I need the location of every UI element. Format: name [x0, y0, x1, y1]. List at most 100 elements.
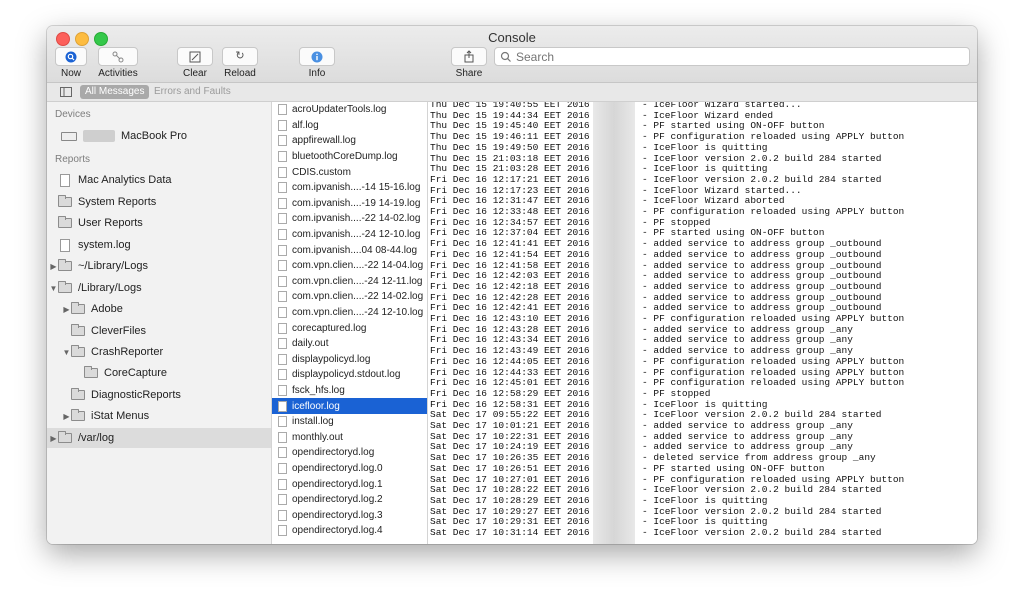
log-line: Thu Dec 15 19:49:50 EET 2016 - IceFloor i…	[430, 141, 767, 154]
sidebar-item[interactable]: CleverFiles	[47, 321, 271, 341]
file-name: acroUpdaterTools.log	[292, 104, 387, 116]
file-list-item[interactable]: install.log	[272, 414, 427, 430]
reload-button[interactable]: ↻	[222, 47, 258, 66]
file-list-item[interactable]: opendirectoryd.log	[272, 445, 427, 461]
sidebar-item[interactable]: ▼ CrashReporter	[47, 342, 271, 362]
log-message: - IceFloor is quitting	[642, 516, 768, 528]
log-message: - PF configuration reloaded using APPLY …	[642, 355, 905, 367]
file-list-item[interactable]: com.vpn.clien....-22 14-04.log	[272, 258, 427, 274]
log-message: - IceFloor Wizard aborted	[642, 195, 785, 207]
file-list-item[interactable]: com.ipvanish....-22 14-02.log	[272, 211, 427, 227]
sidebar-item[interactable]: ▶ ~/Library/Logs	[47, 256, 271, 276]
folder-icon	[71, 324, 85, 336]
file-list-item[interactable]: displaypolicyd.stdout.log	[272, 367, 427, 383]
file-list-item[interactable]: opendirectoryd.log.1	[272, 476, 427, 492]
reports-header: Reports	[55, 154, 91, 165]
file-name: fsck_hfs.log	[292, 385, 345, 397]
sidebar-item[interactable]: Mac Analytics Data	[47, 170, 271, 190]
hostname-redacted	[593, 102, 635, 544]
file-name: com.ipvanish....-19 14-19.log	[292, 197, 421, 209]
window-title: Console	[488, 30, 536, 45]
disclosure-open-icon[interactable]: ▼	[49, 284, 58, 293]
file-list-item[interactable]: monthly.out	[272, 430, 427, 446]
device-label: MacBook Pro	[121, 130, 188, 142]
file-list-item[interactable]: fsck_hfs.log	[272, 383, 427, 399]
file-list-item[interactable]: acroUpdaterTools.log	[272, 102, 427, 118]
document-icon	[60, 173, 70, 187]
log-pane: Sat Dec 17 10:31:14 EET 2016 - IceFloor v…	[428, 102, 977, 544]
sidebar-item[interactable]: ▶ Adobe	[47, 299, 271, 319]
log-message: - added service to address group _any	[642, 420, 853, 431]
sidebar-item-label: system.log	[78, 239, 131, 251]
search-field[interactable]	[494, 47, 970, 66]
folder-icon	[71, 345, 85, 357]
errors-and-faults-tab[interactable]: Errors and Faults	[154, 85, 231, 99]
now-button[interactable]	[55, 47, 87, 66]
file-list-item[interactable]: opendirectoryd.log.4	[272, 523, 427, 539]
log-line: Fri Dec 16 12:41:41 EET 2016 - added serv…	[430, 238, 881, 250]
log-timestamp: Fri Dec 16 12:45:01 EET 2016	[430, 377, 590, 389]
document-icon	[278, 291, 287, 303]
sidebar-item[interactable]: ▶ /var/log	[47, 428, 271, 448]
activities-button[interactable]	[98, 47, 138, 66]
file-list-item[interactable]: com.vpn.clien....-24 12-10.log	[272, 305, 427, 321]
log-timestamp: Thu Dec 15 21:03:18 EET 2016	[430, 152, 590, 164]
file-list-item[interactable]: icefloor.log	[272, 398, 427, 414]
activities-icon	[112, 51, 124, 62]
disclosure-closed-icon[interactable]: ▶	[62, 412, 71, 421]
sidebar-device[interactable]: MacBook Pro	[47, 126, 271, 146]
file-list-item[interactable]: opendirectoryd.log.3	[272, 508, 427, 524]
disclosure-open-icon[interactable]: ▼	[62, 348, 71, 357]
file-list-item[interactable]: alf.log	[272, 118, 427, 134]
sidebar-toggle-icon[interactable]	[60, 87, 72, 97]
disclosure-closed-icon[interactable]: ▶	[62, 305, 71, 314]
file-list-item[interactable]: com.ipvanish....-19 14-19.log	[272, 196, 427, 212]
folder-icon	[71, 302, 85, 314]
log-line: Sat Dec 17 10:31:14 EET 2016 - IceFloor v…	[430, 527, 881, 539]
folder-icon	[58, 281, 72, 293]
file-list-item[interactable]: opendirectoryd.log.2	[272, 492, 427, 508]
sidebar-item-label: DiagnosticReports	[91, 389, 181, 401]
log-timestamp: Thu Dec 15 19:49:50 EET 2016	[430, 141, 590, 153]
log-message: - PF configuration reloaded using APPLY …	[642, 366, 905, 378]
sidebar-item[interactable]: ▼ /Library/Logs	[47, 278, 271, 298]
share-button[interactable]	[451, 47, 487, 66]
sidebar-item[interactable]: CoreCapture	[47, 363, 271, 383]
file-list-item[interactable]: com.ipvanish....-14 15-16.log	[272, 180, 427, 196]
all-messages-tab[interactable]: All Messages	[80, 85, 150, 99]
sidebar-item[interactable]: User Reports	[47, 213, 271, 233]
log-line: Fri Dec 16 12:34:57 EET 2016 - PF stopped	[430, 216, 710, 229]
file-list-item[interactable]: displaypolicyd.log	[272, 352, 427, 368]
file-list-item[interactable]: com.vpn.clien....-24 12-11.log	[272, 274, 427, 290]
search-input[interactable]	[512, 49, 956, 64]
log-message: - PF started using ON-OFF button	[642, 120, 825, 132]
devices-header: Devices	[55, 109, 91, 120]
disclosure-closed-icon[interactable]: ▶	[49, 434, 58, 443]
sidebar-item[interactable]: DiagnosticReports	[47, 385, 271, 405]
file-list-item[interactable]: com.ipvanish....-24 12-10.log	[272, 227, 427, 243]
log-timestamp: Fri Dec 16 12:58:31 EET 2016	[430, 398, 590, 410]
sidebar-item[interactable]: ▶ iStat Menus	[47, 406, 271, 426]
log-line: Sat Dec 17 10:28:29 EET 2016 - IceFloor i…	[430, 495, 767, 507]
file-list-item[interactable]: com.ipvanish....04 08-44.log	[272, 242, 427, 258]
folder-icon	[58, 259, 72, 271]
file-list-item[interactable]: com.vpn.clien....-22 14-02.log	[272, 289, 427, 305]
document-icon	[278, 338, 287, 350]
file-list-item[interactable]: daily.out	[272, 336, 427, 352]
search-icon	[500, 51, 511, 62]
log-timestamp: Fri Dec 16 12:34:57 EET 2016	[430, 216, 590, 228]
file-list-item[interactable]: CDIS.custom	[272, 164, 427, 180]
disclosure-closed-icon[interactable]: ▶	[49, 262, 58, 271]
clear-button[interactable]	[177, 47, 213, 66]
file-list-item[interactable]: appfirewall.log	[272, 133, 427, 149]
sidebar-item[interactable]: System Reports	[47, 192, 271, 212]
file-list-item[interactable]: corecaptured.log	[272, 320, 427, 336]
sidebar-item[interactable]: system.log	[47, 235, 271, 255]
file-list-item[interactable]: bluetoothCoreDump.log	[272, 149, 427, 165]
log-line: Sat Dec 17 10:29:27 EET 2016 - IceFloor v…	[430, 506, 881, 518]
log-message: - PF configuration reloaded using APPLY …	[642, 131, 905, 143]
log-line: Thu Dec 15 19:40:55 EET 2016 - IceFloor W…	[430, 102, 802, 111]
info-button[interactable]	[299, 47, 335, 66]
file-name: install.log	[292, 416, 334, 428]
file-list-item[interactable]: opendirectoryd.log.0	[272, 461, 427, 477]
